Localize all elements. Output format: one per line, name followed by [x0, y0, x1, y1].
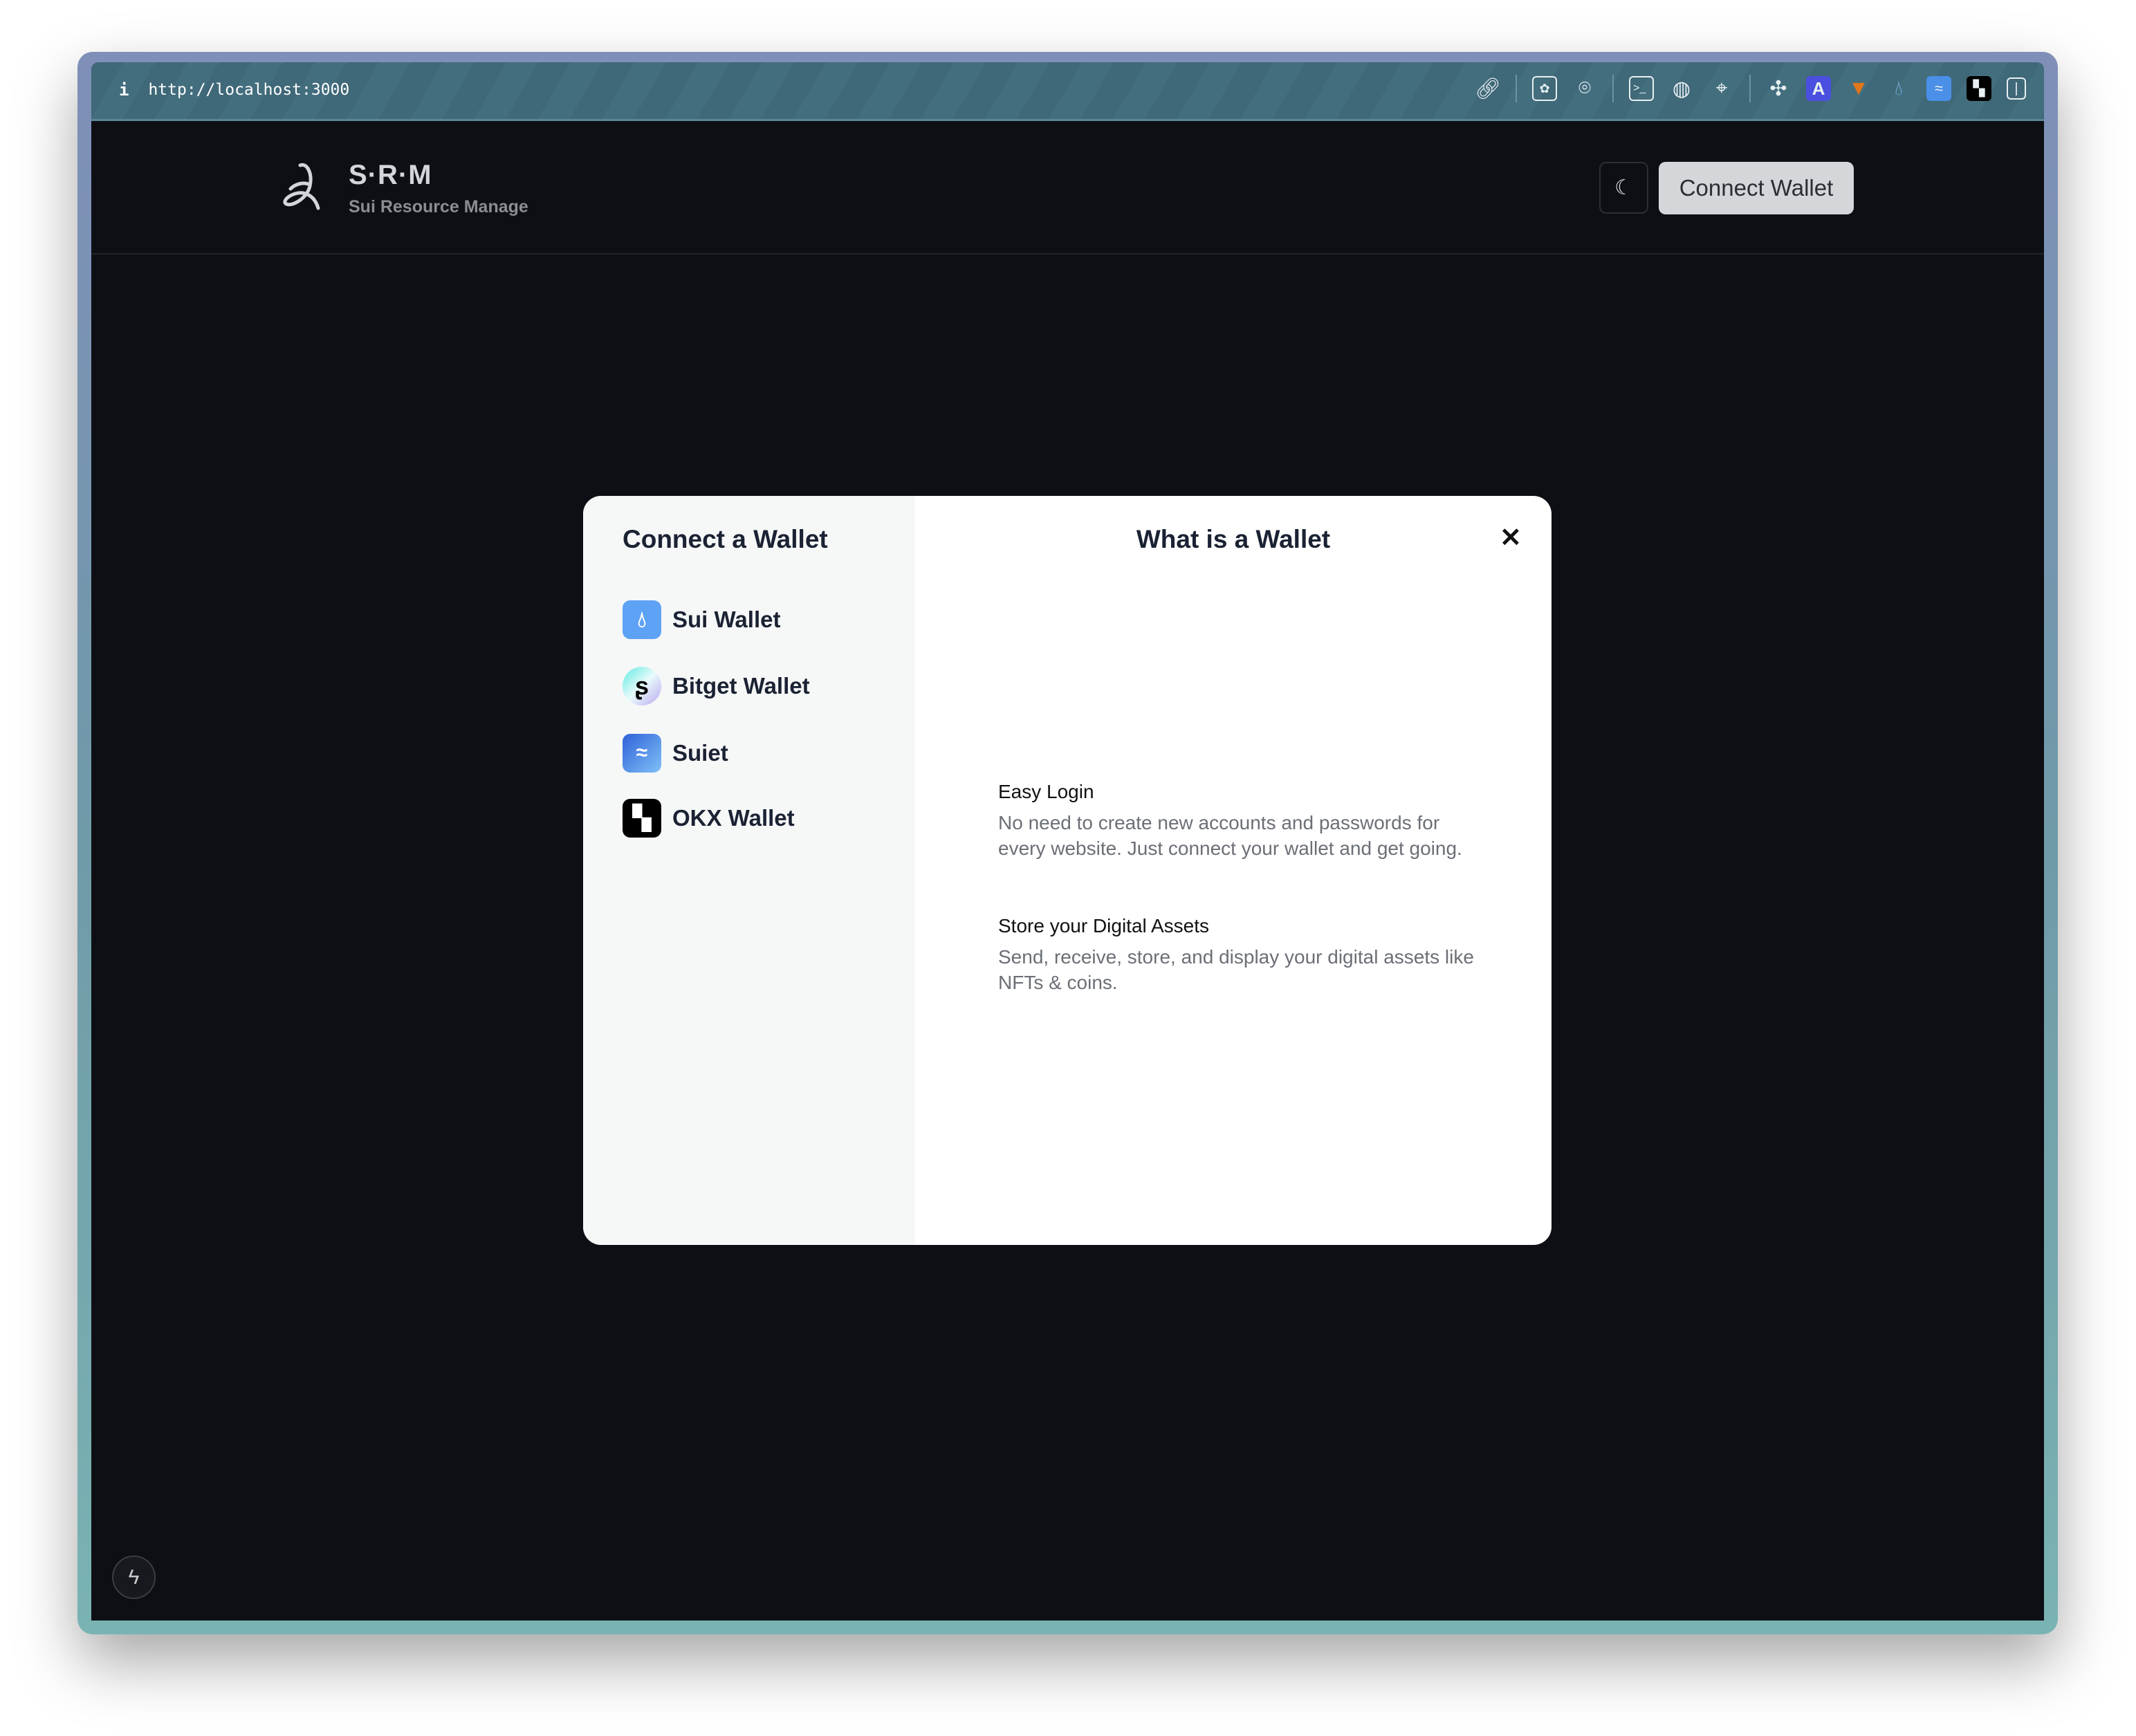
wallet-item-suiet[interactable]: ≈ Suiet: [623, 734, 728, 773]
dev-tools-button[interactable]: ϟ: [112, 1555, 156, 1599]
screenshot-icon[interactable]: ✿: [1532, 76, 1557, 101]
connect-wallet-modal: Connect a Wallet 💧︎ Sui Wallet ʂ Bitget …: [583, 496, 1552, 1245]
wallet-name: Sui Wallet: [672, 607, 781, 632]
extensions-icon[interactable]: ✣: [1766, 76, 1791, 101]
section-heading: Easy Login: [998, 781, 1094, 802]
wallet-name: OKX Wallet: [672, 805, 795, 831]
divider: [1612, 75, 1614, 102]
crosshair-icon[interactable]: ⌖: [1709, 76, 1734, 101]
address-bar[interactable]: i http://localhost:3000: [119, 80, 349, 100]
terminal-icon[interactable]: >_: [1629, 76, 1654, 101]
wallet-name: Bitget Wallet: [672, 673, 810, 699]
globe-icon[interactable]: ◍: [1669, 76, 1694, 101]
info-title: What is a Wallet: [1136, 525, 1331, 553]
moon-icon: ☾: [1614, 176, 1633, 199]
section-text: No need to create new accounts and passw…: [998, 812, 1462, 859]
suiet-icon[interactable]: ≈: [1926, 76, 1951, 101]
wallet-item-sui[interactable]: 💧︎ Sui Wallet: [623, 600, 780, 639]
section-heading: Store your Digital Assets: [998, 915, 1210, 936]
divider: [1516, 75, 1517, 102]
app-header: S·R·M Sui Resource Manage ☾ Connect Wall…: [91, 121, 2044, 255]
section-text: Send, receive, store, and display your d…: [998, 946, 1474, 993]
sui-icon[interactable]: 💧︎: [1886, 76, 1911, 101]
sidebar-icon[interactable]: |: [2007, 77, 2026, 100]
bitget-wallet-icon: ʂ: [623, 667, 661, 705]
okx-wallet-icon: ▚: [623, 799, 661, 838]
suiet-wallet-icon: ≈: [623, 734, 661, 773]
wallet-name: Suiet: [672, 740, 728, 766]
camera-icon[interactable]: ⌾: [1572, 76, 1597, 101]
info-section-easy-login: Easy Login No need to create new account…: [998, 781, 1482, 861]
info-section-digital-assets: Store your Digital Assets Send, receive,…: [998, 915, 1482, 995]
sui-wallet-icon: 💧︎: [623, 600, 661, 639]
metamask-icon[interactable]: ▼: [1846, 76, 1871, 101]
logo-icon: [283, 163, 320, 210]
url-text[interactable]: http://localhost:3000: [148, 81, 349, 99]
lightning-icon: ϟ: [128, 1565, 140, 1589]
divider: [1749, 75, 1751, 102]
browser-toolbar: i http://localhost:3000 🔗︎ ✿ ⌾ >_ ◍ ⌖ ✣ …: [91, 62, 2044, 121]
info-icon[interactable]: i: [119, 80, 129, 100]
brand-title: S·R·M: [349, 160, 432, 190]
wallet-item-okx[interactable]: ▚ OKX Wallet: [623, 799, 795, 838]
wallet-list-panel: Connect a Wallet 💧︎ Sui Wallet ʂ Bitget …: [583, 496, 915, 1245]
theme-toggle-button[interactable]: ☾: [1599, 162, 1648, 214]
brand-subtitle: Sui Resource Manage: [349, 197, 528, 216]
modal-title: Connect a Wallet: [623, 525, 828, 553]
close-icon[interactable]: ✕: [1500, 522, 1522, 553]
okx-icon[interactable]: ▚: [1967, 76, 1991, 101]
connect-wallet-button[interactable]: Connect Wallet: [1659, 162, 1854, 214]
a-extension-icon[interactable]: A: [1806, 76, 1831, 101]
link-icon[interactable]: 🔗︎: [1475, 76, 1501, 101]
wallet-item-bitget[interactable]: ʂ Bitget Wallet: [623, 667, 810, 705]
